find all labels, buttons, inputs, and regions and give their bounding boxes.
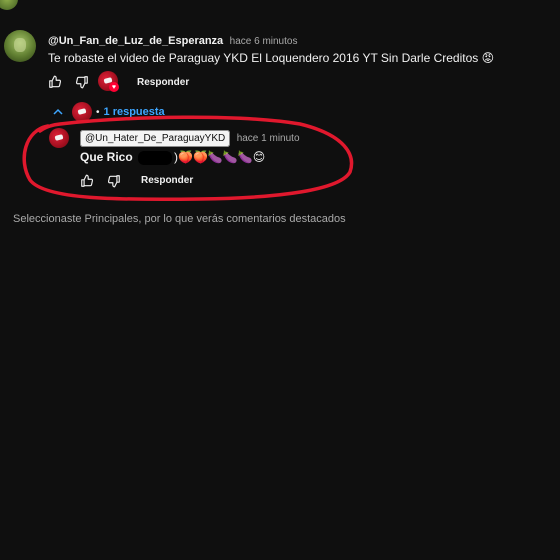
- red-circle-annotation: [22, 115, 354, 202]
- sort-notice: Seleccionaste Principales, por lo que ve…: [13, 213, 346, 225]
- annotation-stroke: [22, 115, 354, 202]
